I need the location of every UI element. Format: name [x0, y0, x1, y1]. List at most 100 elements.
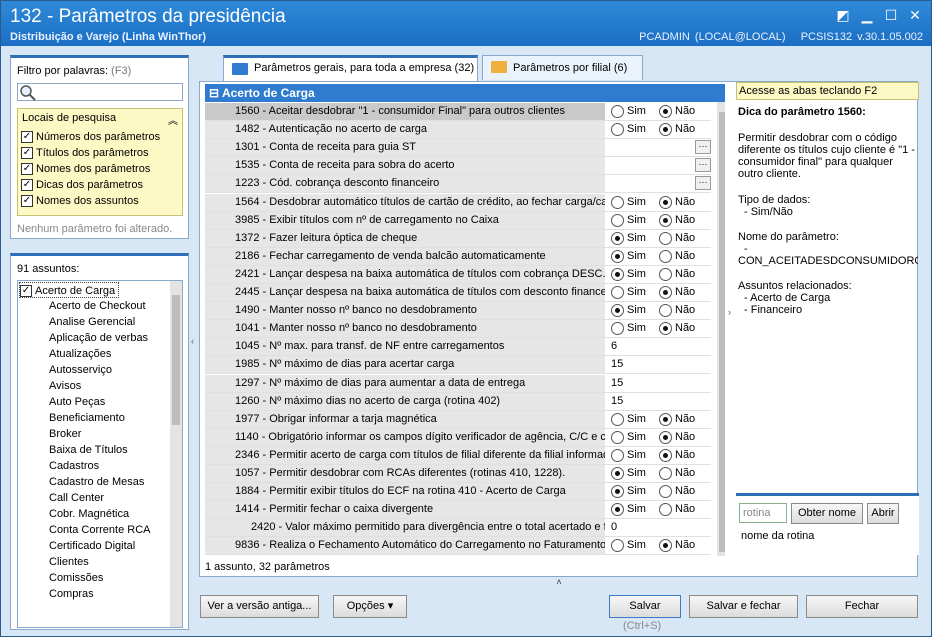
- checkbox-checked-icon[interactable]: ✓: [21, 147, 33, 159]
- parameter-row[interactable]: 1977 - Obrigar informar a tarja magnétic…: [205, 410, 711, 429]
- scrollbar-thumb[interactable]: [719, 112, 725, 552]
- checkbox-checked-icon[interactable]: ✓: [21, 195, 33, 207]
- subjects-scrollbar[interactable]: [170, 281, 182, 627]
- parameter-row[interactable]: 2445 - Lançar despesa na baixa automátic…: [205, 284, 711, 302]
- radio-nao[interactable]: [659, 304, 672, 318]
- parameter-row[interactable]: 1535 - Conta de receita para sobra do ac…: [205, 157, 711, 176]
- bottom-splitter-icon[interactable]: ˄: [454, 578, 664, 587]
- radio-sim[interactable]: [611, 322, 624, 336]
- subject-item[interactable]: Comissões: [18, 570, 103, 586]
- subject-item[interactable]: Autosserviço: [18, 362, 112, 378]
- parameter-value[interactable]: Sim Não: [609, 212, 711, 229]
- parameter-row[interactable]: 1372 - Fazer leitura óptica de cheque Sim…: [205, 229, 711, 248]
- parameter-row[interactable]: 1297 - Nº máximo de dias para aumentar a…: [205, 374, 711, 393]
- radio-sim[interactable]: [611, 485, 624, 499]
- parameter-row[interactable]: 1564 - Desdobrar automático títulos de c…: [205, 193, 711, 212]
- parameter-row[interactable]: 9836 - Realiza o Fechamento Automático d…: [205, 537, 711, 556]
- radio-nao[interactable]: [659, 123, 672, 137]
- subject-item[interactable]: Cobr. Magnética: [18, 506, 129, 522]
- collapse-group-icon[interactable]: ⊟: [209, 86, 219, 100]
- subject-item[interactable]: Broker: [18, 426, 81, 442]
- options-button[interactable]: Opções ▾: [333, 595, 407, 618]
- parameter-row[interactable]: 3985 - Exibir títulos com nº de carregam…: [205, 211, 711, 230]
- radio-sim[interactable]: [611, 430, 624, 444]
- checkbox-checked-icon[interactable]: ✓: [20, 285, 32, 298]
- checkbox-nomes[interactable]: ✓ Nomes dos parâmetros: [21, 163, 150, 175]
- radio-nao[interactable]: [659, 448, 672, 462]
- parameter-value[interactable]: Sim Não: [609, 320, 711, 337]
- subject-item[interactable]: Cadastro de Mesas: [18, 474, 144, 490]
- radio-sim[interactable]: [611, 249, 624, 263]
- radio-nao[interactable]: [659, 105, 672, 118]
- checkbox-numeros[interactable]: ✓ Números dos parâmetros: [21, 131, 160, 143]
- parameter-row[interactable]: 1482 - Autenticação no acerto de carga Si…: [205, 121, 711, 140]
- subject-item[interactable]: Compras: [18, 586, 94, 602]
- checkbox-checked-icon[interactable]: ✓: [21, 163, 33, 175]
- parameter-value[interactable]: ···: [609, 157, 711, 174]
- parameter-value[interactable]: Sim Não: [609, 302, 711, 319]
- radio-sim[interactable]: [611, 539, 624, 553]
- tab-parametros-filial[interactable]: Parâmetros por filial (6): [482, 55, 643, 80]
- parameter-row[interactable]: 1985 - Nº máximo de dias para acertar ca…: [205, 356, 711, 375]
- save-close-button[interactable]: Salvar e fechar: [689, 595, 798, 618]
- parameter-row[interactable]: 1045 - Nº max. para transf. de NF entre …: [205, 338, 711, 357]
- routine-input[interactable]: rotina: [739, 503, 787, 523]
- parameter-value[interactable]: Sim Não: [609, 537, 711, 554]
- radio-sim[interactable]: [611, 105, 624, 118]
- old-version-button[interactable]: Ver a versão antiga...: [200, 595, 319, 618]
- checkbox-checked-icon[interactable]: ✓: [21, 131, 33, 143]
- radio-nao[interactable]: [659, 539, 672, 553]
- checkbox-dicas[interactable]: ✓ Dicas dos parâmetros: [21, 179, 143, 191]
- radio-sim[interactable]: [611, 123, 624, 137]
- subject-item[interactable]: Cadastros: [18, 458, 99, 474]
- subject-item[interactable]: Certificado Digital: [18, 538, 135, 554]
- radio-sim[interactable]: [611, 467, 624, 480]
- lookup-button[interactable]: ···: [695, 158, 711, 173]
- radio-nao[interactable]: [659, 322, 672, 336]
- parameter-value[interactable]: ···: [609, 175, 711, 192]
- parameter-value[interactable]: Sim Não: [609, 194, 711, 211]
- minimize-icon[interactable]: ▁: [857, 5, 877, 25]
- checkbox-titulos[interactable]: ✓ Títulos dos parâmetros: [21, 147, 149, 159]
- radio-nao[interactable]: [659, 195, 672, 209]
- close-button[interactable]: Fechar: [806, 595, 918, 618]
- radio-nao[interactable]: [659, 286, 672, 299]
- radio-sim[interactable]: [611, 304, 624, 318]
- subject-item[interactable]: Auto Peças: [18, 394, 105, 410]
- subjects-list[interactable]: ✓ Acerto de Carga Acerto de Checkout Analis…: [17, 280, 183, 628]
- parameter-value[interactable]: 0: [609, 519, 711, 536]
- radio-nao[interactable]: [659, 485, 672, 499]
- left-splitter-icon[interactable]: ‹: [191, 336, 197, 356]
- get-name-button[interactable]: Obter nome: [791, 503, 863, 524]
- parameter-value[interactable]: 15: [609, 393, 711, 410]
- subject-item[interactable]: Acerto de Checkout: [18, 298, 146, 314]
- checkbox-checked-icon[interactable]: ✓: [21, 179, 33, 191]
- parameter-row[interactable]: 1223 - Cód. cobrança desconto financeiro…: [205, 175, 711, 194]
- subject-item[interactable]: ✓ Acerto de Carga: [19, 282, 120, 298]
- parameter-row[interactable]: 2186 - Fechar carregamento de venda balc…: [205, 247, 711, 266]
- parameter-value[interactable]: 6: [609, 338, 711, 355]
- radio-nao[interactable]: [659, 430, 672, 444]
- subject-item[interactable]: Clientes: [18, 554, 89, 570]
- parameter-value[interactable]: 15: [609, 356, 711, 373]
- radio-sim[interactable]: [611, 195, 624, 209]
- parameter-row[interactable]: 1057 - Permitir desdobrar com RCAs difer…: [205, 465, 711, 483]
- parameter-value[interactable]: ···: [609, 139, 711, 156]
- lookup-button[interactable]: ···: [695, 176, 711, 191]
- scrollbar-thumb[interactable]: [172, 295, 180, 425]
- subject-item[interactable]: Baixa de Títulos: [18, 442, 128, 458]
- grid-scrollbar[interactable]: [717, 102, 725, 556]
- group-header[interactable]: ⊟ Acerto de Carga: [205, 84, 725, 102]
- lookup-button[interactable]: ···: [695, 140, 711, 155]
- radio-nao[interactable]: [659, 213, 672, 227]
- radio-nao[interactable]: [659, 249, 672, 263]
- parameter-value[interactable]: Sim Não: [609, 429, 711, 446]
- parameter-value[interactable]: Sim Não: [609, 447, 711, 464]
- parameter-value[interactable]: Sim Não: [609, 411, 711, 428]
- parameter-row[interactable]: 1414 - Permitir fechar o caixa divergent…: [205, 501, 711, 520]
- parameter-value[interactable]: Sim Não: [609, 501, 711, 518]
- subject-item[interactable]: Call Center: [18, 490, 104, 506]
- radio-sim[interactable]: [611, 231, 624, 245]
- radio-sim[interactable]: [611, 213, 624, 227]
- help-splitter-icon[interactable]: ›: [728, 307, 731, 317]
